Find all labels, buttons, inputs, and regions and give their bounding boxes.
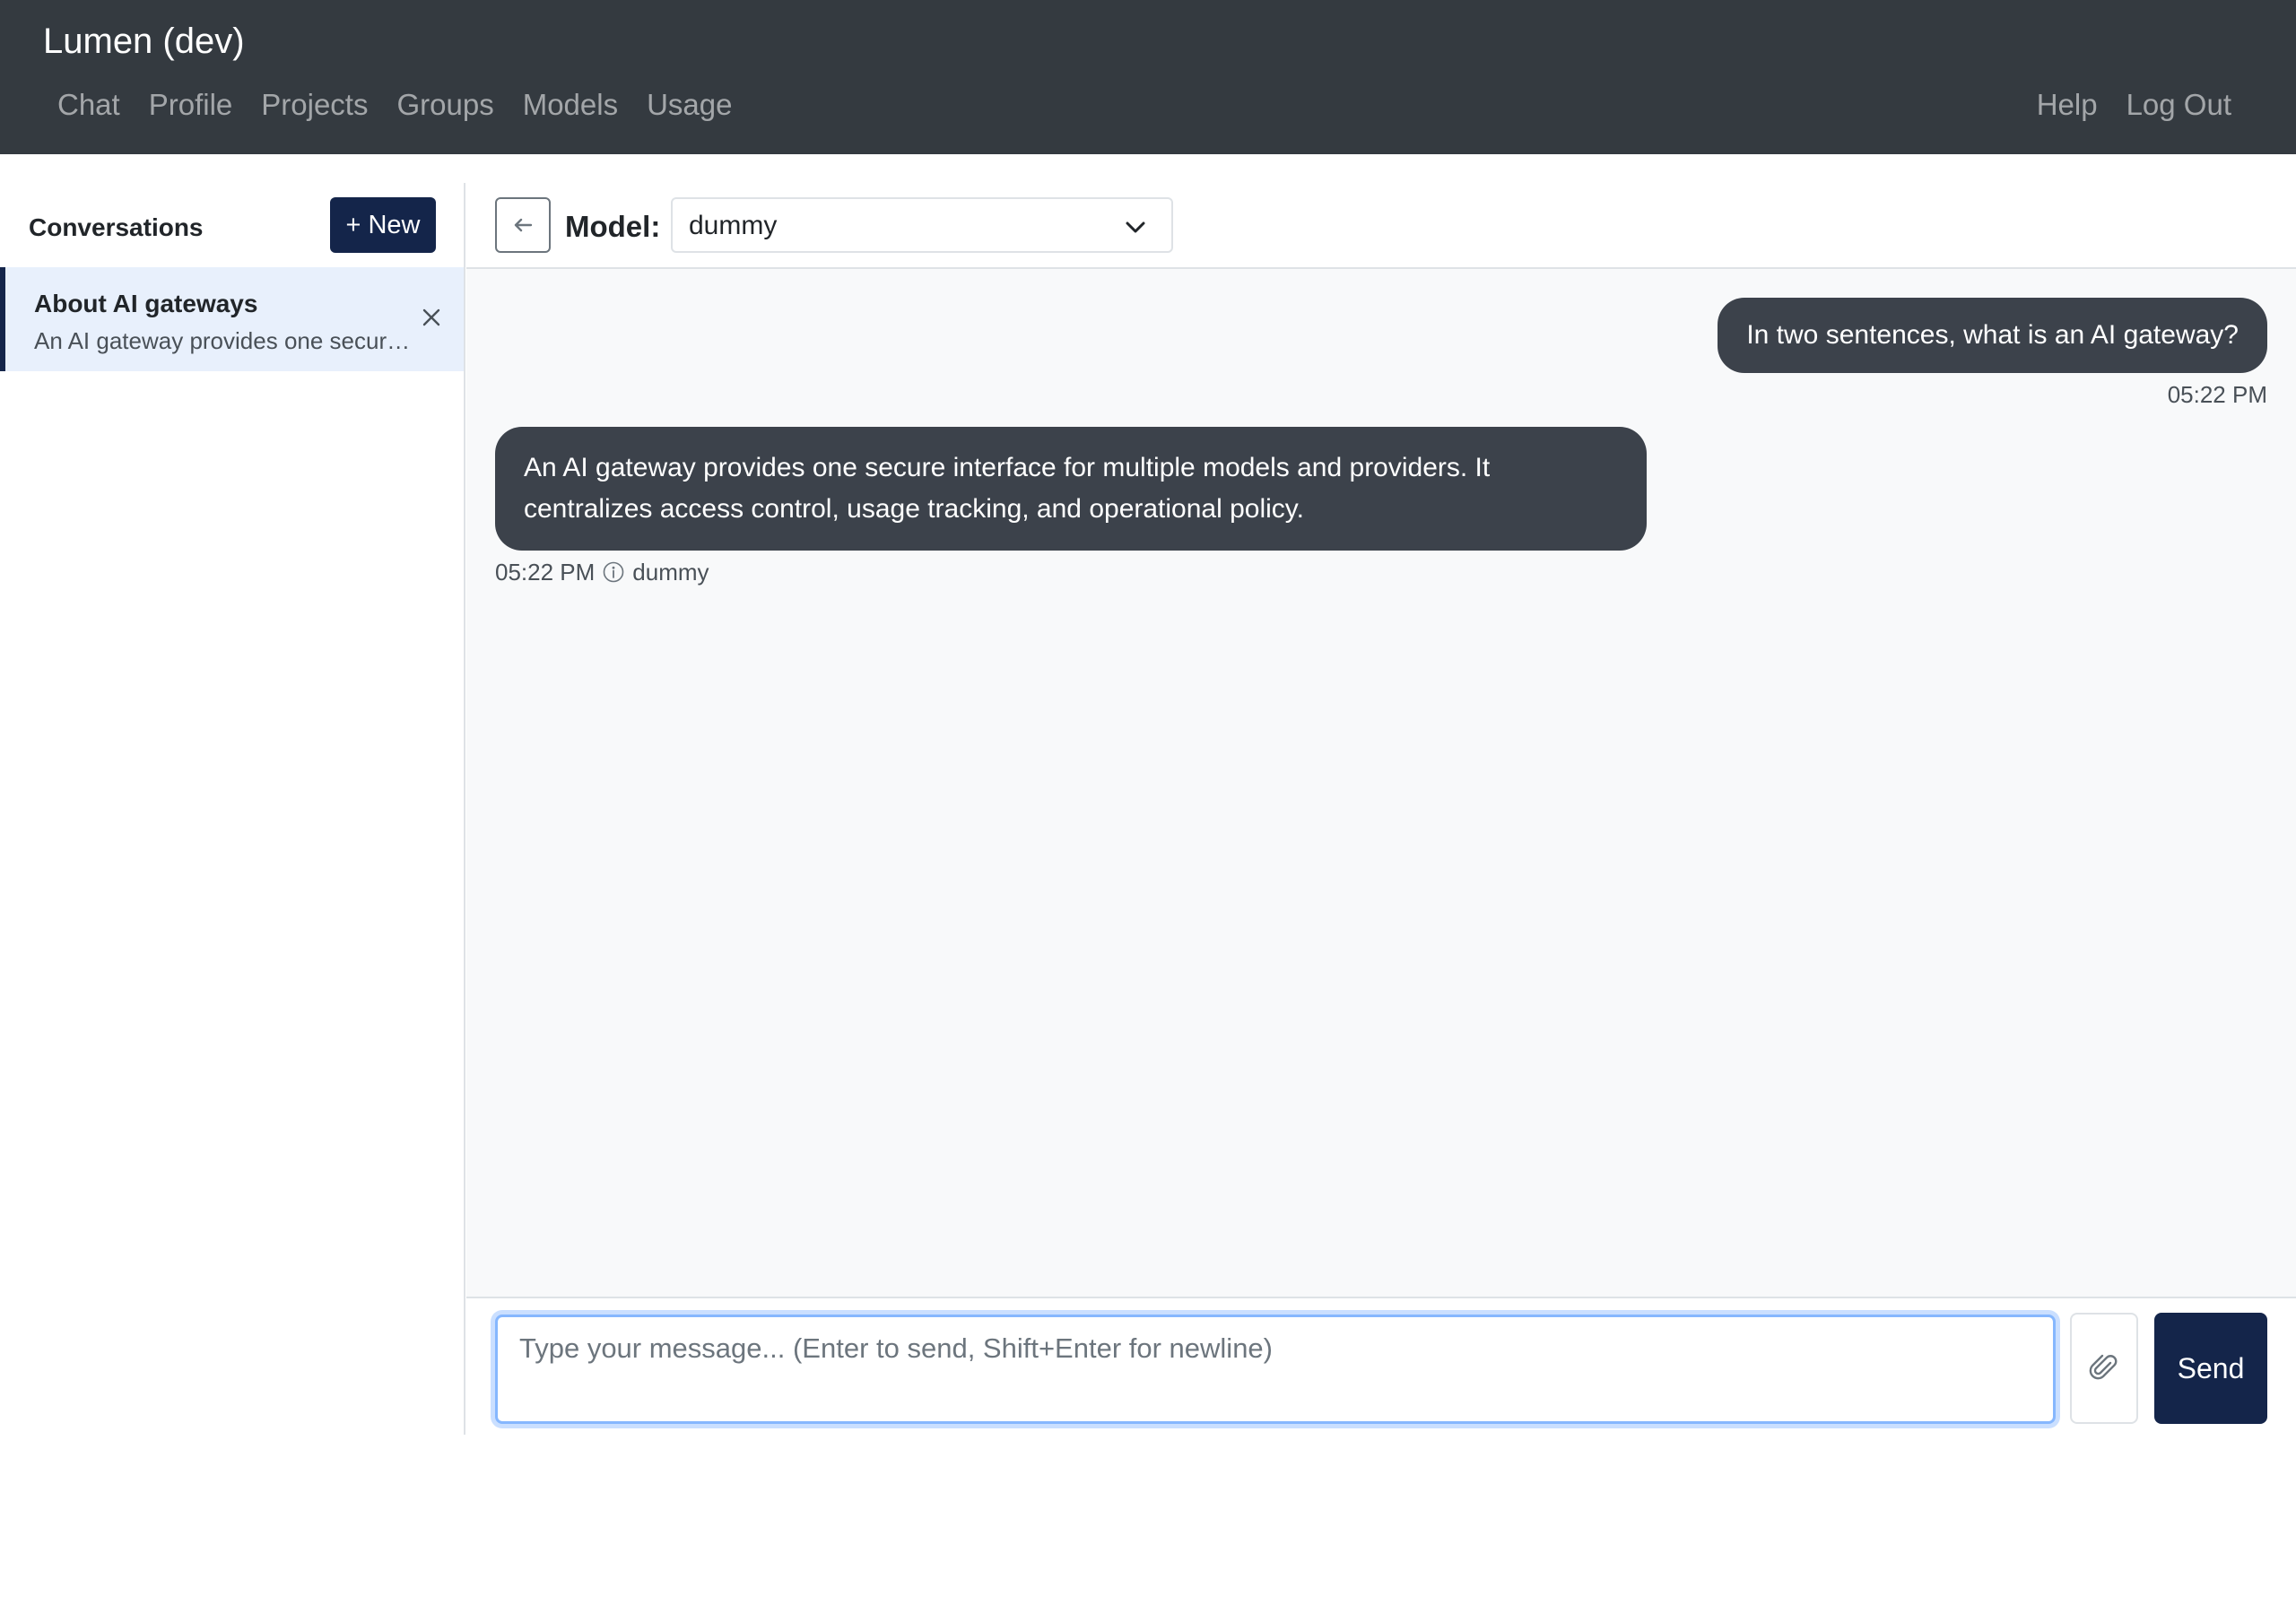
- nav-link-usage[interactable]: Usage: [632, 84, 746, 126]
- attach-button[interactable]: [2070, 1313, 2138, 1424]
- chat-pane: Model: dummy In two sentences, what is a…: [466, 183, 2296, 1435]
- nav-link-profile[interactable]: Profile: [135, 84, 248, 126]
- message-composer: Send: [466, 1297, 2296, 1435]
- conversation-snippet: An AI gateway provides one secure interf…: [34, 327, 411, 354]
- message-list[interactable]: In two sentences, what is an AI gateway?…: [466, 269, 2296, 1297]
- new-conversation-button[interactable]: + New: [330, 197, 436, 253]
- sidebar-header: Conversations + New: [0, 183, 464, 267]
- nav-link-groups[interactable]: Groups: [382, 84, 508, 126]
- nav-link-models[interactable]: Models: [509, 84, 632, 126]
- sidebar-title: Conversations: [29, 213, 204, 241]
- assistant-message-time: 05:22 PM: [495, 559, 596, 586]
- model-select-value: dummy: [689, 211, 778, 240]
- message-input[interactable]: [495, 1315, 2056, 1424]
- user-message-time: 05:22 PM: [2167, 381, 2267, 408]
- back-button[interactable]: [495, 197, 551, 253]
- conversation-title: About AI gateways: [34, 290, 258, 317]
- primary-nav: Chat Profile Projects Groups Models Usag…: [43, 84, 746, 126]
- model-select[interactable]: dummy: [671, 197, 1173, 253]
- nav-link-chat[interactable]: Chat: [43, 84, 135, 126]
- conversation-item[interactable]: About AI gateways An AI gateway provides…: [0, 267, 464, 371]
- assistant-message: An AI gateway provides one secure interf…: [495, 427, 1647, 551]
- info-circle-icon[interactable]: [602, 560, 625, 584]
- paperclip-icon: [2089, 1354, 2118, 1380]
- assistant-message-model: dummy: [632, 559, 709, 586]
- secondary-nav: Help Log Out: [2022, 84, 2246, 126]
- assistant-message-meta: 05:22 PM dummy: [495, 558, 709, 586]
- close-icon[interactable]: [413, 299, 449, 335]
- nav-link-logout[interactable]: Log Out: [2112, 84, 2246, 126]
- conversations-sidebar: Conversations + New About AI gateways An…: [0, 183, 465, 1435]
- top-navbar: Lumen (dev) Chat Profile Projects Groups…: [0, 0, 2296, 154]
- chat-toolbar: Model: dummy: [466, 183, 2296, 269]
- arrow-left-icon: [514, 218, 533, 232]
- user-message: In two sentences, what is an AI gateway?: [1718, 298, 2267, 373]
- chevron-down-icon: [1126, 221, 1145, 233]
- send-button[interactable]: Send: [2154, 1313, 2267, 1424]
- nav-link-help[interactable]: Help: [2022, 84, 2112, 126]
- model-label: Model:: [565, 210, 661, 243]
- nav-link-projects[interactable]: Projects: [247, 84, 382, 126]
- brand-title[interactable]: Lumen (dev): [43, 18, 245, 65]
